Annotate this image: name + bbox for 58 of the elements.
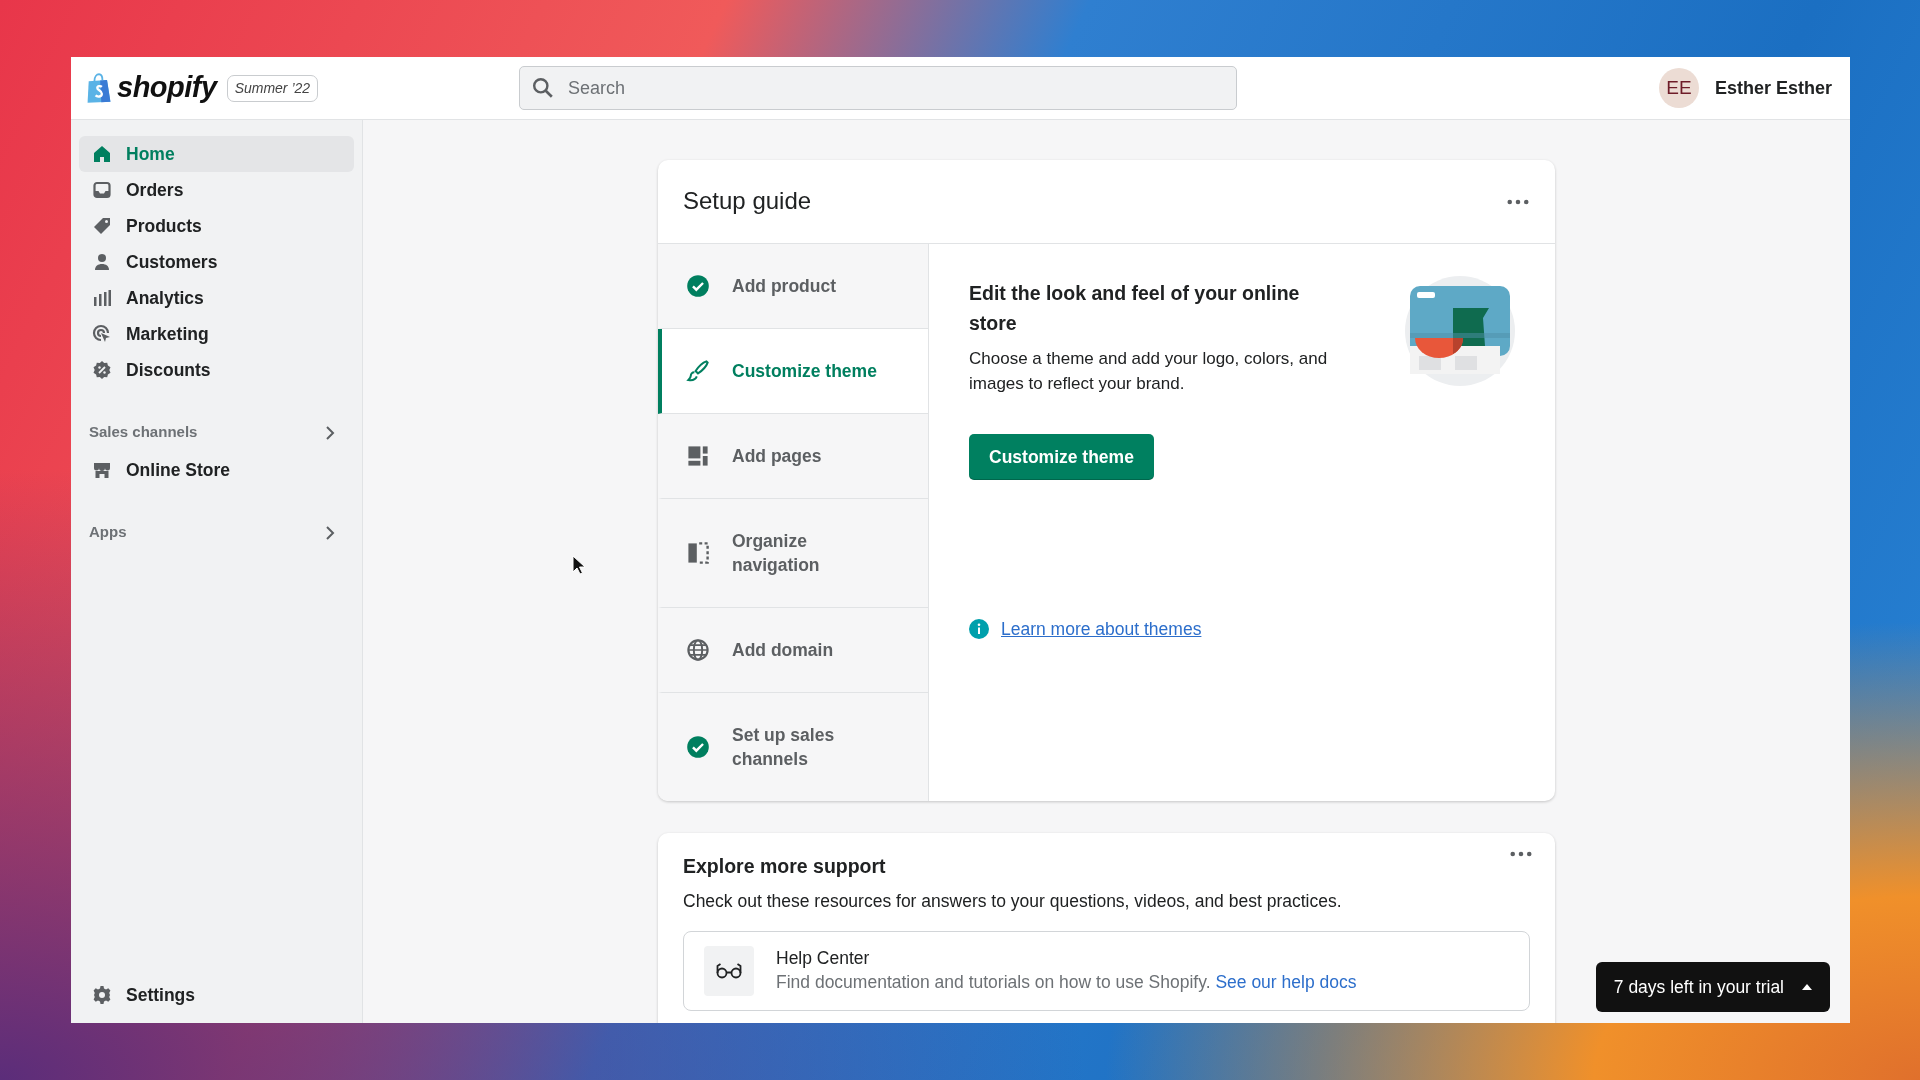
user-name[interactable]: Esther Esther bbox=[1714, 74, 1832, 102]
target-icon bbox=[92, 324, 112, 344]
cursor-icon bbox=[572, 555, 586, 575]
person-icon bbox=[92, 252, 112, 272]
resource-item[interactable]: Help Center Find documentation and tutorials on how to use Shopify. See our help docs bbox=[683, 930, 1530, 1011]
paintbrush-icon bbox=[686, 359, 710, 383]
trial-button[interactable]: 7 days left in your trial bbox=[1595, 961, 1830, 1012]
card-description: Check out these resources for answers to your questions, videos, and best practices. bbox=[683, 890, 1343, 914]
settings-icon bbox=[92, 985, 112, 1005]
store-icon bbox=[92, 460, 112, 480]
card-title: Explore more support bbox=[683, 855, 886, 879]
setup-step[interactable]: Customize theme bbox=[658, 329, 928, 414]
bar-chart-icon bbox=[92, 288, 112, 308]
sidebar-item[interactable]: Home bbox=[79, 136, 354, 172]
home-icon bbox=[92, 144, 112, 164]
layout-icon bbox=[686, 444, 710, 468]
sidebar-item[interactable]: Discounts bbox=[79, 352, 354, 388]
setup-step[interactable]: Set up sales channels bbox=[658, 693, 928, 801]
inbox-icon bbox=[92, 180, 112, 200]
user-avatar[interactable]: EE bbox=[1658, 68, 1699, 108]
sidebar-item[interactable]: Orders bbox=[79, 172, 354, 208]
search-icon bbox=[532, 77, 554, 99]
sidebar-item[interactable]: Analytics bbox=[79, 280, 354, 316]
setup-step[interactable]: Add domain bbox=[658, 608, 928, 693]
shopping-bag-icon bbox=[85, 72, 113, 104]
step-description: Choose a theme and add your logo, colors, and images to reflect your brand. bbox=[969, 348, 1329, 395]
setup-step[interactable]: Organize navigation bbox=[658, 499, 928, 608]
section-heading: Sales channels bbox=[89, 421, 198, 442]
resource-description: Find documentation and tutorials on how to use Shopify. See our help docs bbox=[776, 970, 1357, 994]
resource-title: Help Center bbox=[776, 946, 871, 970]
check-circle-icon bbox=[686, 735, 710, 759]
section-heading: Apps bbox=[89, 521, 127, 542]
tag-icon bbox=[92, 216, 112, 236]
sidebar-item[interactable]: Customers bbox=[79, 244, 354, 280]
help-docs-link[interactable]: See our help docs bbox=[1215, 971, 1357, 992]
learn-more-link[interactable]: Learn more about themes bbox=[1001, 616, 1202, 643]
step-heading: Edit the look and feel of your online store bbox=[969, 281, 1301, 336]
check-circle-icon bbox=[686, 274, 710, 298]
more-icon bbox=[1510, 851, 1532, 857]
search-field[interactable]: Search bbox=[519, 66, 1237, 110]
edition-badge: Summer ’22 bbox=[226, 74, 319, 102]
discount-icon bbox=[92, 360, 112, 380]
sidebar-item[interactable]: Products bbox=[79, 208, 354, 244]
more-icon bbox=[1507, 198, 1529, 205]
sidebar-item[interactable]: Online Store bbox=[79, 452, 354, 488]
globe-icon bbox=[686, 638, 710, 662]
setup-step[interactable]: Add pages bbox=[658, 414, 928, 499]
sidebar-item[interactable]: Marketing bbox=[79, 316, 354, 352]
customize-theme-button[interactable]: Customize theme bbox=[969, 434, 1154, 481]
card-title: Setup guide bbox=[683, 187, 812, 216]
caret-up-icon bbox=[1802, 983, 1812, 990]
glasses-icon bbox=[716, 962, 742, 979]
settings-item[interactable]: Settings bbox=[79, 977, 354, 1013]
sidebar-layout-icon bbox=[686, 541, 710, 565]
shopify-logo[interactable]: shopify bbox=[85, 66, 217, 110]
search-input[interactable]: Search bbox=[566, 73, 1224, 103]
info-icon bbox=[969, 619, 989, 640]
setup-step[interactable]: Add product bbox=[658, 244, 928, 329]
